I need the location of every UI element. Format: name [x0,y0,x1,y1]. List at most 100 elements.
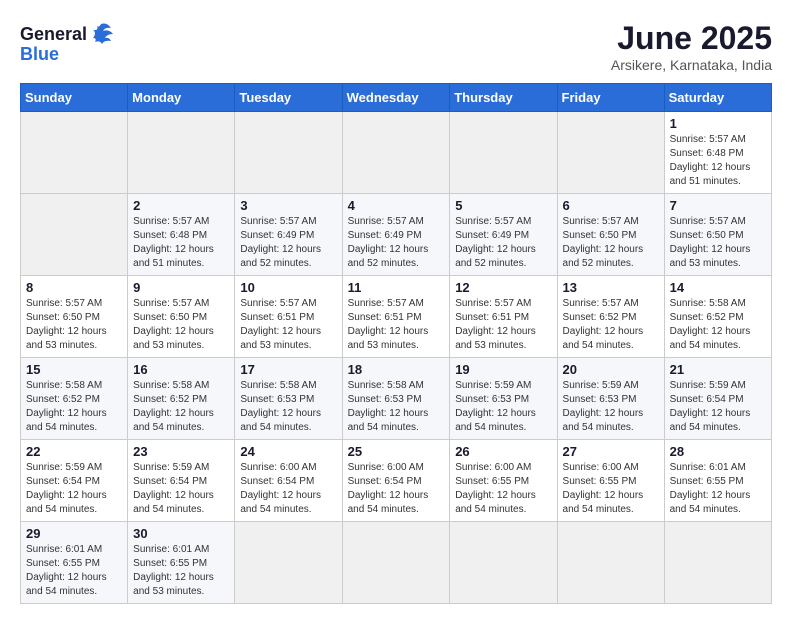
logo: General Blue [20,20,115,65]
calendar-cell: 28 Sunrise: 6:01 AMSunset: 6:55 PMDayligh… [664,440,771,522]
calendar-cell: 14 Sunrise: 5:58 AMSunset: 6:52 PMDayligh… [664,276,771,358]
location-subtitle: Arsikere, Karnataka, India [611,57,772,73]
calendar-cell: 13 Sunrise: 5:57 AMSunset: 6:52 PMDayligh… [557,276,664,358]
calendar-week-row: 8Sunrise: 5:57 AMSunset: 6:50 PMDaylight… [21,276,772,358]
calendar-cell: 21 Sunrise: 5:59 AMSunset: 6:54 PMDayligh… [664,358,771,440]
calendar-cell: 7 Sunrise: 5:57 AMSunset: 6:50 PMDaylight… [664,194,771,276]
calendar-cell: 2Sunrise: 5:57 AMSunset: 6:48 PMDaylight… [128,194,235,276]
calendar-cell: 26Sunrise: 6:00 AMSunset: 6:55 PMDayligh… [450,440,557,522]
day-number: 14 [670,280,766,295]
calendar-cell: 15 Sunrise: 5:58 AMSunset: 6:52 PMDayligh… [21,358,128,440]
logo-text-general: General [20,24,87,45]
day-info: Sunrise: 5:58 AMSunset: 6:53 PMDaylight:… [348,379,445,435]
day-number: 2 [133,198,229,213]
day-header-tuesday: Tuesday [235,84,342,112]
calendar-week-row: 15 Sunrise: 5:58 AMSunset: 6:52 PMDayligh… [21,358,772,440]
calendar-week-row: 2Sunrise: 5:57 AMSunset: 6:48 PMDaylight… [21,194,772,276]
day-info: Sunrise: 5:59 AMSunset: 6:53 PMDaylight:… [455,379,551,435]
day-header-friday: Friday [557,84,664,112]
calendar-header-row: SundayMondayTuesdayWednesdayThursdayFrid… [21,84,772,112]
day-number: 30 [133,526,229,541]
day-number: 15 [26,362,122,377]
calendar-cell: 27 Sunrise: 6:00 AMSunset: 6:55 PMDayligh… [557,440,664,522]
calendar-cell [557,112,664,194]
day-number: 29 [26,526,122,541]
day-number: 6 [563,198,659,213]
calendar-cell: 9 Sunrise: 5:57 AMSunset: 6:50 PMDaylight… [128,276,235,358]
day-number: 16 [133,362,229,377]
day-info: Sunrise: 5:59 AMSunset: 6:54 PMDaylight:… [133,461,229,517]
day-info: Sunrise: 5:57 AMSunset: 6:52 PMDaylight:… [563,297,659,353]
day-info: Sunrise: 5:57 AMSunset: 6:50 PMDaylight:… [670,215,766,271]
day-info: Sunrise: 5:57 AMSunset: 6:50 PMDaylight:… [563,215,659,271]
calendar-cell: 18 Sunrise: 5:58 AMSunset: 6:53 PMDayligh… [342,358,450,440]
day-header-thursday: Thursday [450,84,557,112]
day-info: Sunrise: 5:58 AMSunset: 6:53 PMDaylight:… [240,379,336,435]
day-number: 13 [563,280,659,295]
calendar-cell [235,522,342,604]
day-number: 5 [455,198,551,213]
day-header-saturday: Saturday [664,84,771,112]
calendar-cell [342,112,450,194]
day-info: Sunrise: 5:58 AMSunset: 6:52 PMDaylight:… [26,379,122,435]
day-number: 24 [240,444,336,459]
calendar-cell: 1Sunrise: 5:57 AMSunset: 6:48 PMDaylight… [664,112,771,194]
calendar-cell: 17 Sunrise: 5:58 AMSunset: 6:53 PMDayligh… [235,358,342,440]
day-number: 28 [670,444,766,459]
day-info: Sunrise: 5:58 AMSunset: 6:52 PMDaylight:… [133,379,229,435]
calendar-cell: 25 Sunrise: 6:00 AMSunset: 6:54 PMDayligh… [342,440,450,522]
day-info: Sunrise: 5:57 AMSunset: 6:51 PMDaylight:… [455,297,551,353]
day-number: 17 [240,362,336,377]
day-info: Sunrise: 5:57 AMSunset: 6:51 PMDaylight:… [240,297,336,353]
calendar-cell: 3Sunrise: 5:57 AMSunset: 6:49 PMDaylight… [235,194,342,276]
day-header-monday: Monday [128,84,235,112]
calendar-cell: 6 Sunrise: 5:57 AMSunset: 6:50 PMDaylight… [557,194,664,276]
calendar-cell: 4Sunrise: 5:57 AMSunset: 6:49 PMDaylight… [342,194,450,276]
day-number: 20 [563,362,659,377]
day-number: 3 [240,198,336,213]
day-number: 9 [133,280,229,295]
calendar-cell: 22 Sunrise: 5:59 AMSunset: 6:54 PMDayligh… [21,440,128,522]
day-info: Sunrise: 5:59 AMSunset: 6:54 PMDaylight:… [26,461,122,517]
logo-text-blue: Blue [20,44,59,65]
page-header: General Blue June 2025 Arsikere, Karnata… [20,20,772,73]
month-title: June 2025 [611,20,772,57]
calendar-cell: 23 Sunrise: 5:59 AMSunset: 6:54 PMDayligh… [128,440,235,522]
day-info: Sunrise: 6:00 AMSunset: 6:55 PMDaylight:… [455,461,551,517]
calendar-cell: 29Sunrise: 6:01 AMSunset: 6:55 PMDayligh… [21,522,128,604]
day-info: Sunrise: 6:00 AMSunset: 6:54 PMDaylight:… [348,461,445,517]
day-number: 19 [455,362,551,377]
calendar-cell: 10 Sunrise: 5:57 AMSunset: 6:51 PMDayligh… [235,276,342,358]
day-number: 27 [563,444,659,459]
calendar-cell: 24 Sunrise: 6:00 AMSunset: 6:54 PMDayligh… [235,440,342,522]
day-info: Sunrise: 6:01 AMSunset: 6:55 PMDaylight:… [670,461,766,517]
day-header-wednesday: Wednesday [342,84,450,112]
day-info: Sunrise: 5:57 AMSunset: 6:50 PMDaylight:… [26,297,122,353]
day-info: Sunrise: 5:57 AMSunset: 6:50 PMDaylight:… [133,297,229,353]
day-number: 21 [670,362,766,377]
day-header-sunday: Sunday [21,84,128,112]
day-info: Sunrise: 5:58 AMSunset: 6:52 PMDaylight:… [670,297,766,353]
calendar-cell [342,522,450,604]
calendar-cell [450,522,557,604]
day-number: 12 [455,280,551,295]
day-number: 23 [133,444,229,459]
calendar-week-row: 29Sunrise: 6:01 AMSunset: 6:55 PMDayligh… [21,522,772,604]
calendar-cell: 11Sunrise: 5:57 AMSunset: 6:51 PMDayligh… [342,276,450,358]
day-info: Sunrise: 6:00 AMSunset: 6:54 PMDaylight:… [240,461,336,517]
day-number: 10 [240,280,336,295]
calendar-week-row: 22 Sunrise: 5:59 AMSunset: 6:54 PMDayligh… [21,440,772,522]
calendar-cell [557,522,664,604]
calendar-cell: 30Sunrise: 6:01 AMSunset: 6:55 PMDayligh… [128,522,235,604]
logo-bird-icon [87,20,115,48]
day-number: 25 [348,444,445,459]
day-info: Sunrise: 6:00 AMSunset: 6:55 PMDaylight:… [563,461,659,517]
day-info: Sunrise: 5:59 AMSunset: 6:54 PMDaylight:… [670,379,766,435]
calendar-table: SundayMondayTuesdayWednesdayThursdayFrid… [20,83,772,604]
day-number: 22 [26,444,122,459]
day-number: 7 [670,198,766,213]
calendar-cell [21,194,128,276]
calendar-cell [128,112,235,194]
calendar-cell [21,112,128,194]
day-number: 18 [348,362,445,377]
